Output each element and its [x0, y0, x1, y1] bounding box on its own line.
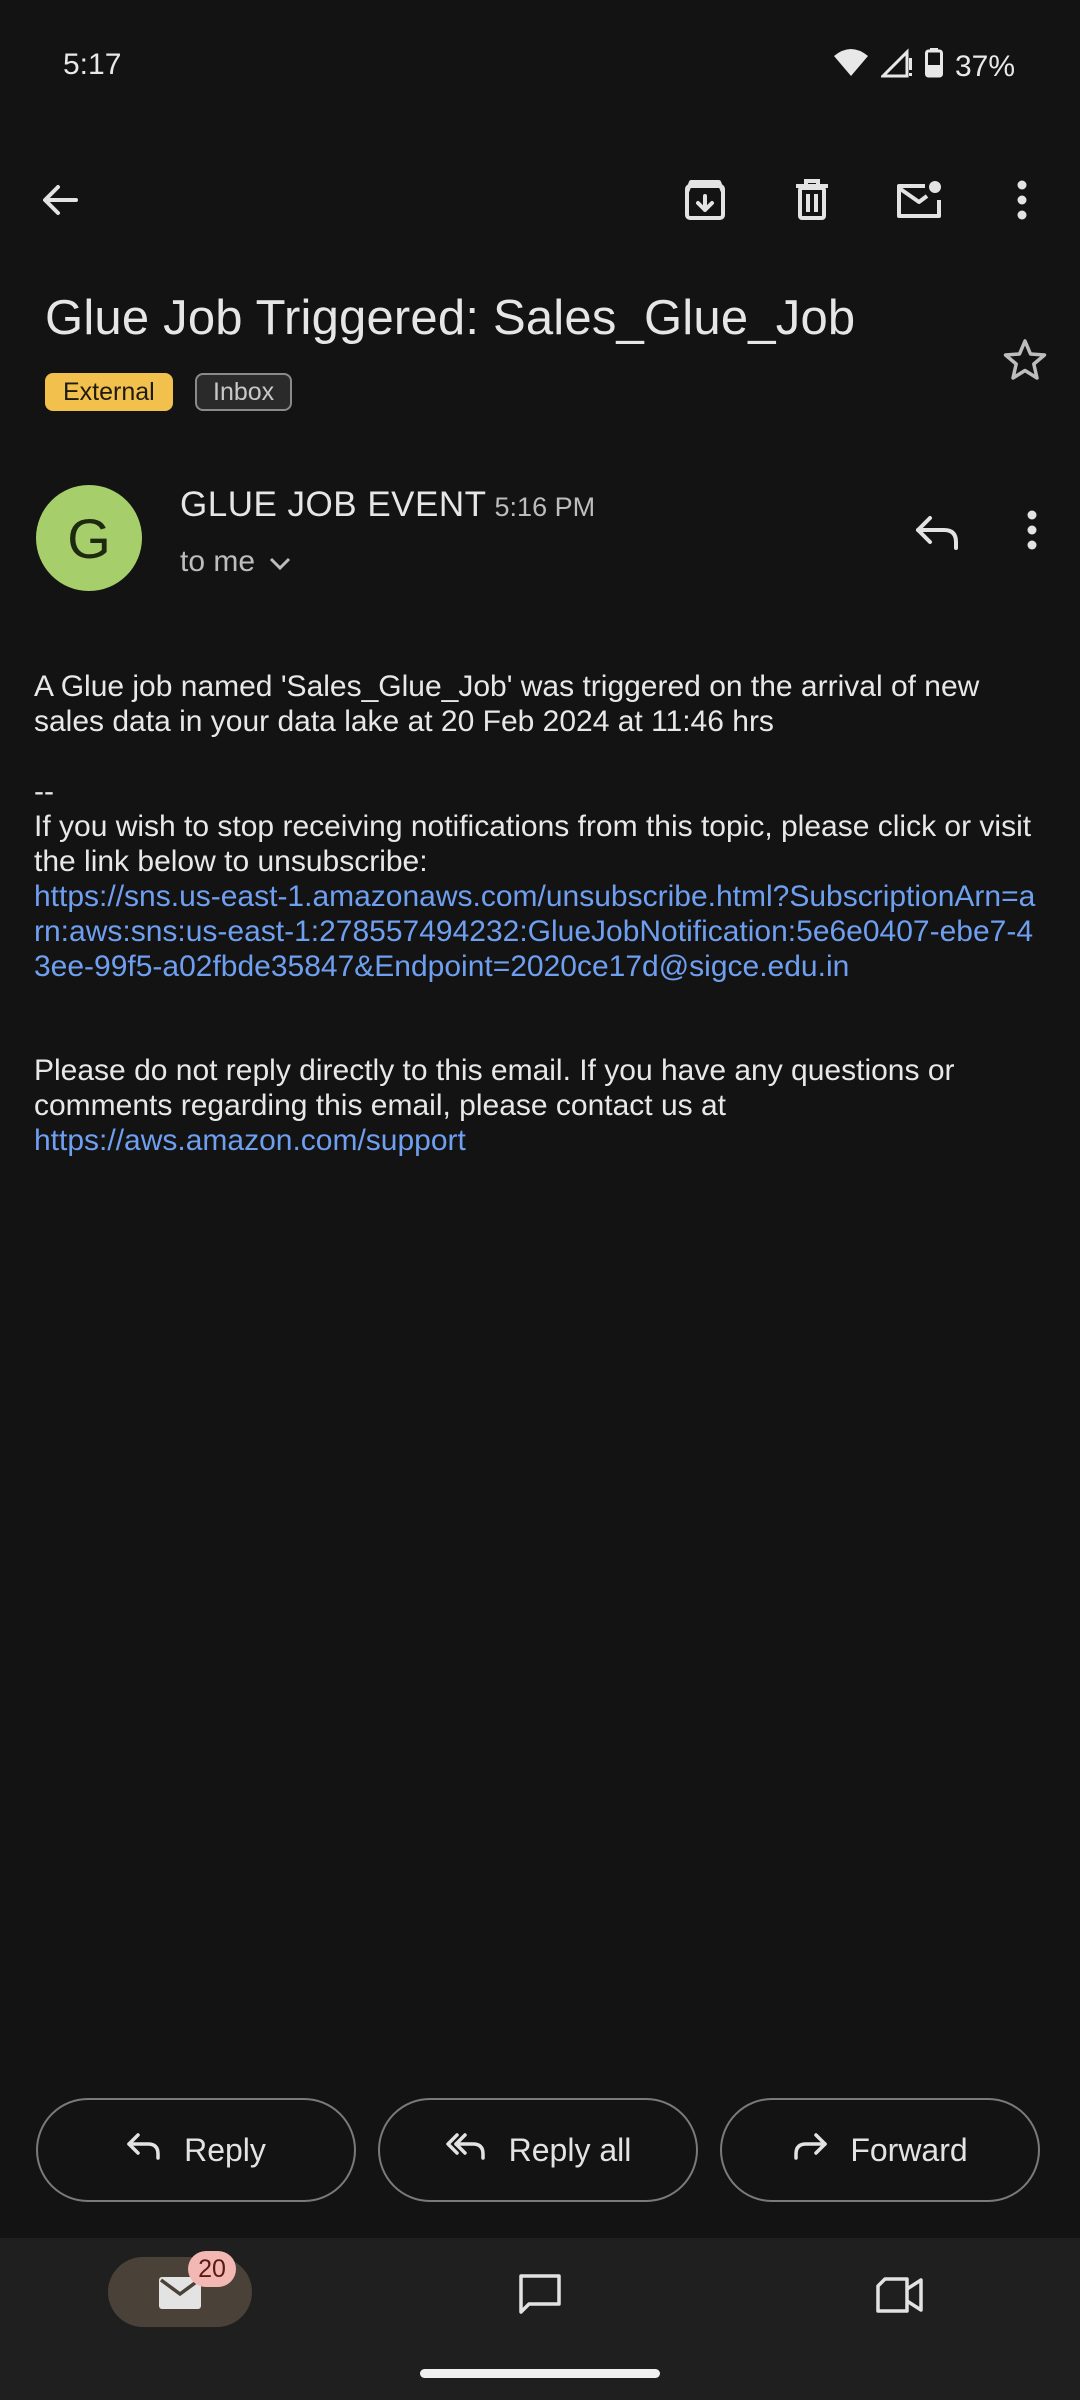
body-paragraph-trigger: A Glue job named 'Sales_Glue_Job' was tr…	[34, 670, 980, 738]
mark-unread-icon[interactable]	[889, 170, 949, 230]
support-link[interactable]: https://aws.amazon.com/support	[34, 1124, 466, 1157]
sender-name[interactable]: GLUE JOB EVENT	[180, 485, 487, 524]
reply-label: Reply	[184, 2131, 266, 2168]
battery-icon	[924, 48, 943, 86]
archive-icon[interactable]	[675, 170, 735, 230]
reply-icon[interactable]	[905, 500, 969, 564]
status-bar: 5:17 37%	[0, 0, 1080, 130]
unsubscribe-text: If you wish to stop receiving notificati…	[34, 810, 1032, 878]
star-icon[interactable]	[995, 330, 1055, 390]
body-unsubscribe-block: If you wish to stop receiving notificati…	[34, 809, 1044, 984]
chat-icon[interactable]	[510, 2265, 570, 2325]
body-contact-block: Please do not reply directly to this ema…	[34, 1053, 1044, 1158]
back-arrow-icon[interactable]	[30, 170, 90, 230]
sender-line: GLUE JOB EVENT 5:16 PM	[180, 485, 595, 525]
home-indicator[interactable]	[420, 2369, 660, 2378]
recipient-label: to me	[180, 545, 256, 578]
forward-label: Forward	[850, 2131, 968, 2168]
battery-percent: 37%	[954, 50, 1015, 83]
sender-more-icon[interactable]	[1002, 500, 1062, 560]
wifi-icon	[833, 48, 869, 86]
status-time: 5:17	[63, 48, 122, 81]
email-time: 5:16 PM	[494, 492, 596, 522]
recipient-toggle[interactable]: to me	[180, 545, 291, 579]
reply-button[interactable]: Reply	[36, 2098, 356, 2202]
reply-all-icon	[445, 2131, 487, 2169]
status-icons: 37%	[833, 48, 1015, 86]
avatar[interactable]: G	[36, 485, 142, 591]
reply-all-label: Reply all	[508, 2131, 632, 2168]
chevron-down-icon	[269, 545, 291, 579]
forward-icon	[792, 2131, 828, 2169]
forward-button[interactable]: Forward	[720, 2098, 1040, 2202]
unsubscribe-link[interactable]: https://sns.us-east-1.amazonaws.com/unsu…	[34, 880, 1035, 983]
contact-text: Please do not reply directly to this ema…	[34, 1054, 955, 1122]
label-external[interactable]: External	[45, 373, 173, 411]
meet-icon[interactable]	[870, 2265, 930, 2325]
reply-icon	[126, 2131, 162, 2169]
mail-badge: 20	[188, 2251, 236, 2287]
more-vert-icon[interactable]	[992, 170, 1052, 230]
reply-all-button[interactable]: Reply all	[378, 2098, 698, 2202]
label-inbox[interactable]: Inbox	[195, 373, 293, 411]
body-separator: --	[34, 775, 54, 808]
delete-icon[interactable]	[782, 170, 842, 230]
signal-icon	[879, 48, 913, 86]
email-subject: Glue Job Triggered: Sales_Glue_Job	[45, 291, 856, 345]
